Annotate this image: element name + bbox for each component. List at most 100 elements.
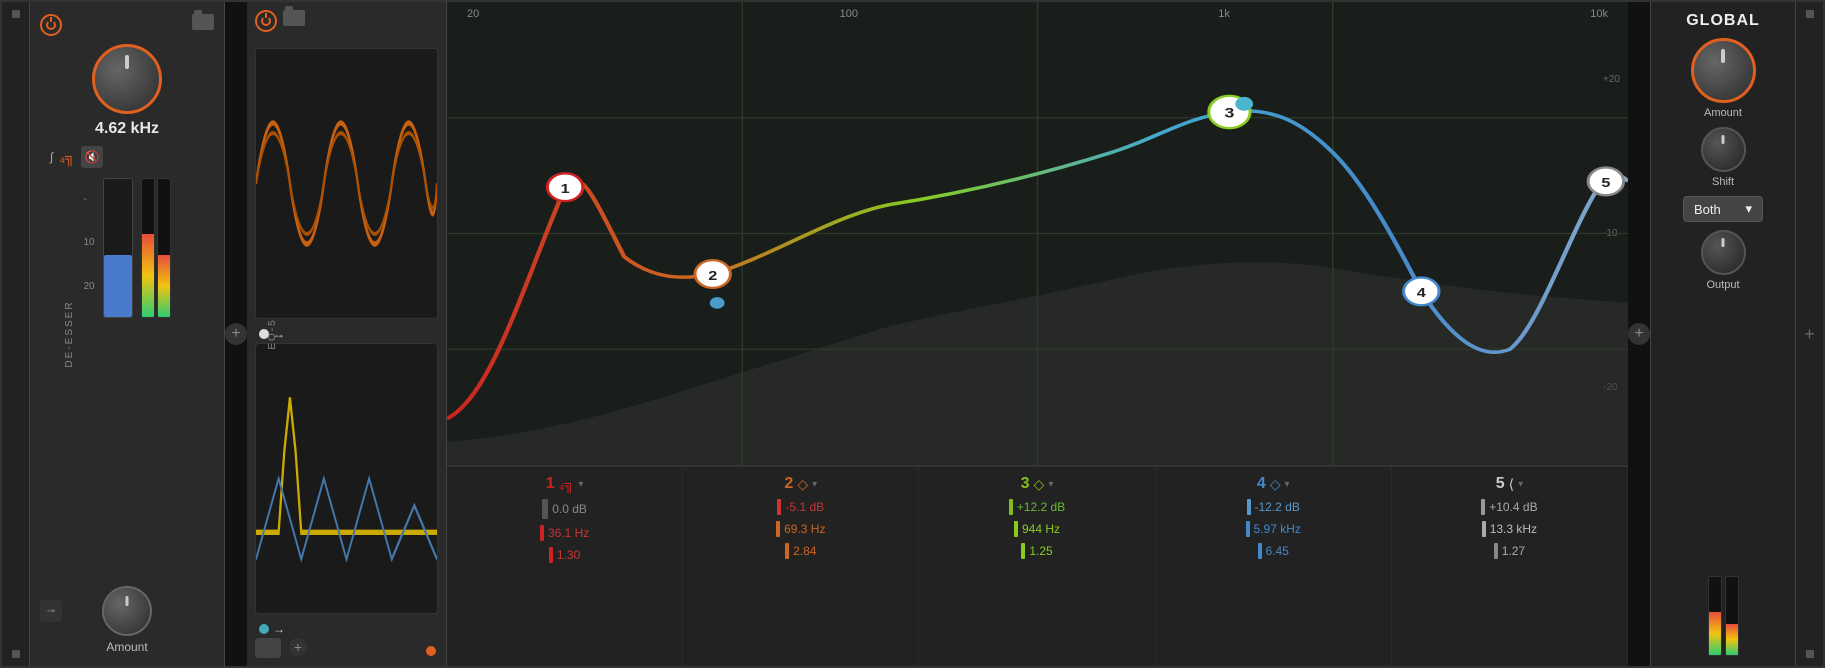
arrow-icon-2: → xyxy=(273,622,285,636)
band-1-gain-indicator xyxy=(542,499,548,519)
band-1-q-indicator xyxy=(549,547,553,563)
band-1-q[interactable]: 1.30 xyxy=(557,548,580,562)
band-3-freq-indicator xyxy=(1014,521,1018,537)
both-dropdown[interactable]: Both ▾ xyxy=(1683,196,1763,222)
band-4-gain[interactable]: -12.2 dB xyxy=(1255,500,1300,514)
band-1-header: 1 ₄╗ ▾ xyxy=(546,475,584,493)
band-3-dropdown[interactable]: ▾ xyxy=(1048,479,1053,490)
band-1-freq-indicator xyxy=(540,525,544,541)
band-2-number: 2 xyxy=(784,475,793,493)
de-esser-key-button[interactable]: ⊸ xyxy=(40,600,62,622)
global-amount-label: Amount xyxy=(1704,107,1742,119)
band-3-shape-icon[interactable]: ◇ xyxy=(1034,476,1045,493)
de-esser-freq-knob[interactable] xyxy=(92,44,162,114)
eq5-power-icon xyxy=(261,16,271,26)
global-amount-knob[interactable] xyxy=(1691,38,1756,103)
left-strip xyxy=(2,2,30,666)
band-2-shape-icon[interactable]: ◇ xyxy=(797,476,808,493)
eq5-window-button[interactable] xyxy=(255,638,281,658)
fader-handle[interactable] xyxy=(104,255,132,265)
right-strip: + xyxy=(1795,2,1823,666)
global-vu-bar-left xyxy=(1709,612,1721,655)
band-5-shape-icon[interactable]: ⟨ xyxy=(1509,476,1514,493)
de-esser-mute-button[interactable]: 🔇 xyxy=(81,146,103,168)
de-esser-panel: 4.62 kHz ∫ ₄╗ 🔇 - 10 20 xyxy=(30,2,225,666)
power-icon xyxy=(46,20,56,30)
band-1-freq-row: 36.1 Hz xyxy=(451,525,678,541)
band-5-gain[interactable]: +10.4 dB xyxy=(1489,500,1537,514)
eq5-add-button[interactable]: + xyxy=(289,638,307,656)
filter-shape-low[interactable]: ∫ xyxy=(50,150,53,164)
fader-track[interactable] xyxy=(103,178,133,318)
band-2-freq[interactable]: 69.3 Hz xyxy=(784,522,825,536)
eq5-folder-button[interactable] xyxy=(283,10,305,26)
band-2-gain-row: -5.1 dB xyxy=(687,499,914,515)
eq-curve-svg: 1 2 3 4 5 xyxy=(447,2,1628,465)
band-4-q[interactable]: 6.45 xyxy=(1266,544,1289,558)
eq5-arrow-right-2[interactable]: → xyxy=(255,620,438,638)
fader-fill xyxy=(104,262,132,317)
band-4-q-row: 6.45 xyxy=(1160,543,1387,559)
strip-dot-bottom xyxy=(12,650,20,658)
filter-shape-active[interactable]: ₄╗ xyxy=(59,149,75,165)
band-4-gain-indicator xyxy=(1247,499,1251,515)
band-5-number: 5 xyxy=(1496,475,1505,493)
band-3-highlight xyxy=(1235,97,1253,111)
band-5-dropdown[interactable]: ▾ xyxy=(1518,479,1523,490)
band-2-gain-indicator xyxy=(777,499,781,515)
band-1-dropdown[interactable]: ▾ xyxy=(578,479,583,490)
right-strip-plus[interactable]: + xyxy=(1804,324,1815,345)
global-output-knob[interactable] xyxy=(1701,230,1746,275)
band-3-gain-indicator xyxy=(1009,499,1013,515)
global-shift-label: Shift xyxy=(1712,176,1734,188)
fader-labels: - 10 20 xyxy=(83,178,94,318)
global-output-label: Output xyxy=(1706,279,1739,291)
vu-meter-right xyxy=(157,178,171,318)
speaker-icon: 🔇 xyxy=(84,150,99,164)
svg-text:2: 2 xyxy=(708,269,717,283)
global-shift-knob[interactable] xyxy=(1701,127,1746,172)
band-1-gain-row: 0.0 dB xyxy=(451,499,678,519)
band-3-q[interactable]: 1.25 xyxy=(1029,544,1052,558)
eq5-arrow-right-1[interactable]: → xyxy=(255,325,438,343)
band-2-gain[interactable]: -5.1 dB xyxy=(785,500,824,514)
band-1-freq[interactable]: 36.1 Hz xyxy=(548,526,589,540)
band-4-freq[interactable]: 5.97 kHz xyxy=(1254,522,1301,536)
eq5-power-button[interactable] xyxy=(255,10,277,32)
band-4-shape-icon[interactable]: ◇ xyxy=(1270,476,1281,493)
eq-main-area: 20 100 1k 10k +20 -10 -20 xyxy=(447,2,1628,666)
both-label: Both xyxy=(1694,202,1721,217)
de-esser-freq-display: 4.62 kHz xyxy=(95,120,159,138)
add-plugin-left-button[interactable]: + xyxy=(225,323,247,345)
global-vu-right xyxy=(1725,576,1739,656)
band-5-q[interactable]: 1.27 xyxy=(1502,544,1525,558)
add-plugin-right-button[interactable]: + xyxy=(1628,323,1650,345)
global-vu-bar-right xyxy=(1726,624,1738,655)
band-3-freq[interactable]: 944 Hz xyxy=(1022,522,1060,536)
band-5-freq-row: 13.3 kHz xyxy=(1396,521,1623,537)
band-3-q-indicator xyxy=(1021,543,1025,559)
eq-band-controls: 1 ₄╗ ▾ 0.0 dB 36.1 Hz 1.30 xyxy=(447,466,1628,666)
svg-text:4: 4 xyxy=(1417,287,1427,301)
band-5-freq[interactable]: 13.3 kHz xyxy=(1490,522,1537,536)
band-1-gain[interactable]: 0.0 dB xyxy=(552,502,587,516)
band-3-col: 3 ◇ ▾ +12.2 dB 944 Hz 1.25 xyxy=(919,467,1155,666)
de-esser-folder-button[interactable] xyxy=(192,14,214,30)
eq-curve-display[interactable]: 20 100 1k 10k +20 -10 -20 xyxy=(447,2,1628,466)
band-3-gain[interactable]: +12.2 dB xyxy=(1017,500,1065,514)
band-1-shape-icon[interactable]: ₄╗ xyxy=(559,476,575,492)
band-2-q[interactable]: 2.84 xyxy=(793,544,816,558)
global-vu-meters xyxy=(1708,576,1739,656)
band-3-q-row: 1.25 xyxy=(923,543,1150,559)
both-chevron-icon: ▾ xyxy=(1745,201,1752,217)
band-2-freq-indicator xyxy=(776,521,780,537)
de-esser-power-button[interactable] xyxy=(40,14,62,36)
band-4-dropdown[interactable]: ▾ xyxy=(1285,479,1290,490)
band-4-header: 4 ◇ ▾ xyxy=(1257,475,1290,493)
de-esser-amount-knob[interactable] xyxy=(102,586,152,636)
svg-text:5: 5 xyxy=(1601,177,1610,191)
svg-text:1: 1 xyxy=(561,183,570,197)
band-2-q-row: 2.84 xyxy=(687,543,914,559)
band-2-dropdown[interactable]: ▾ xyxy=(812,479,817,490)
band-4-number: 4 xyxy=(1257,475,1266,493)
